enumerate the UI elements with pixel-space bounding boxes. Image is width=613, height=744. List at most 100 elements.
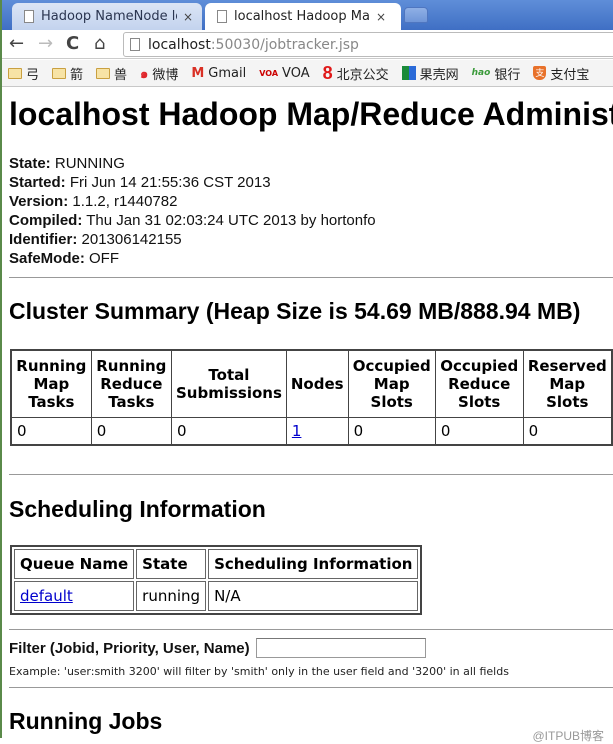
table-cell: 0 — [434, 416, 524, 446]
new-tab-button[interactable] — [404, 7, 428, 23]
tab-namenode[interactable]: Hadoop NameNode loca × — [12, 3, 202, 30]
reload-icon[interactable]: C — [66, 33, 79, 54]
back-icon[interactable]: ← — [9, 33, 24, 54]
bookmark-label: 银行 — [494, 67, 521, 83]
bookmarks-bar: 弓 箭 兽 ๑微博 M Gmail VOA VOA 8 北京公交 果壳网 hao 银行 … — [0, 60, 613, 87]
table-cell: default — [14, 581, 135, 611]
alipay-icon: 支 — [533, 66, 547, 80]
info-identifier: Identifier: 201306142155 — [9, 231, 182, 248]
table-cell: 0 — [522, 416, 613, 446]
column-header: Occupied Reduce Slots — [434, 349, 524, 418]
column-header: Running Map Tasks — [10, 349, 92, 418]
tab-jobtracker[interactable]: localhost Hadoop Map/R × — [205, 3, 401, 30]
bookmark-label: 弓 — [26, 67, 40, 83]
bookmark-beijing-bus[interactable]: 8 北京公交 — [323, 63, 389, 84]
table-cell: 0 — [347, 416, 436, 446]
cluster-summary-table: Running Map Tasks Running Reduce Tasks T… — [10, 349, 613, 446]
table-header-row: Running Map Tasks Running Reduce Tasks T… — [10, 349, 613, 418]
info-started: Started: Fri Jun 14 21:55:36 CST 2013 — [9, 174, 271, 191]
filter-row: Filter (Jobid, Priority, User, Name) — [9, 638, 426, 658]
filter-label: Filter (Jobid, Priority, User, Name) — [9, 639, 250, 657]
bookmark-label: 北京公交 — [336, 67, 389, 83]
bookmark-alipay[interactable]: 支支付宝 — [533, 64, 589, 83]
bookmark-bank[interactable]: hao 银行 — [472, 64, 521, 83]
tab-title: localhost Hadoop Map/R — [234, 9, 370, 24]
column-header: Total Submissions — [170, 349, 287, 418]
cluster-summary-heading: Cluster Summary (Heap Size is 54.69 MB/8… — [9, 298, 581, 324]
home-icon[interactable]: ⌂ — [94, 33, 105, 54]
bookmark-label: 兽 — [114, 67, 128, 83]
bookmark-folder-jian[interactable]: 箭 — [52, 64, 83, 83]
table-row: 0 0 0 1 0 0 0 — [10, 416, 613, 446]
bookmark-folder-shou[interactable]: 兽 — [96, 64, 127, 83]
page-content: localhost Hadoop Map/Reduce Administrati… — [0, 88, 613, 738]
table-cell: 0 — [170, 416, 287, 446]
table-cell: 1 — [285, 416, 349, 446]
info-state: State: RUNNING — [9, 155, 125, 172]
divider — [9, 474, 613, 475]
column-header: Reserved Map Slots — [522, 349, 613, 418]
voa-icon: VOA — [259, 68, 279, 78]
column-header: Nodes — [285, 349, 349, 418]
page-title: localhost Hadoop Map/Reduce Administrati… — [9, 96, 613, 132]
table-row: default running N/A — [14, 581, 419, 611]
bookmark-voa[interactable]: VOA VOA — [259, 66, 309, 81]
table-cell: running — [136, 581, 207, 611]
bookmark-folder-gong[interactable]: 弓 — [8, 64, 39, 83]
table-cell: 0 — [90, 416, 172, 446]
running-jobs-heading: Running Jobs — [9, 708, 163, 734]
hao-icon: hao — [471, 68, 491, 78]
bookmark-label: 支付宝 — [550, 67, 590, 83]
column-header: State — [136, 549, 207, 579]
info-compiled: Compiled: Thu Jan 31 02:03:24 UTC 2013 b… — [9, 212, 376, 229]
column-header: Scheduling Information — [208, 549, 419, 579]
close-icon[interactable]: × — [183, 10, 193, 24]
column-header: Running Reduce Tasks — [90, 349, 172, 418]
bookmark-label: 果壳网 — [419, 67, 459, 83]
bookmark-gmail[interactable]: M Gmail — [191, 66, 246, 81]
scheduling-heading: Scheduling Information — [9, 496, 266, 522]
folder-icon — [52, 67, 67, 79]
info-version: Version: 1.1.2, r1440782 — [9, 193, 178, 210]
folder-icon — [8, 67, 22, 79]
bookmark-guokr[interactable]: 果壳网 — [401, 64, 459, 83]
weibo-icon: ๑ — [140, 66, 149, 82]
jobtracker-info: State: RUNNING Started: Fri Jun 14 21:55… — [9, 154, 376, 268]
tab-title: Hadoop NameNode loca — [41, 9, 177, 24]
url-host: localhost — [148, 36, 211, 53]
divider — [9, 629, 613, 630]
page-icon — [24, 10, 34, 23]
window-edge — [0, 0, 2, 738]
gmail-icon: M — [191, 65, 205, 81]
page-icon — [130, 38, 140, 51]
address-bar[interactable]: localhost:50030/jobtracker.jsp — [123, 32, 613, 57]
bookmark-label: 箭 — [70, 67, 84, 83]
queue-default-link[interactable]: default — [20, 587, 73, 605]
divider — [9, 277, 613, 278]
watermark: @ITPUB博客 — [532, 729, 604, 743]
bus-8-icon: 8 — [322, 62, 333, 83]
info-safemode: SafeMode: OFF — [9, 250, 120, 267]
bookmark-label: 微博 — [152, 67, 179, 83]
table-header-row: Queue Name State Scheduling Information — [14, 549, 419, 579]
url-path: :50030/jobtracker.jsp — [210, 36, 359, 53]
nodes-link[interactable]: 1 — [292, 422, 302, 440]
bookmark-label: Gmail — [208, 65, 247, 81]
table-cell: N/A — [208, 581, 419, 611]
close-icon[interactable]: × — [376, 10, 386, 24]
guokr-icon — [401, 66, 416, 80]
tab-strip: Hadoop NameNode loca × localhost Hadoop … — [0, 0, 613, 30]
page-icon — [217, 10, 227, 23]
bookmark-weibo[interactable]: ๑微博 — [140, 63, 178, 84]
filter-input[interactable] — [255, 638, 426, 658]
column-header: Queue Name — [14, 549, 135, 579]
folder-icon — [96, 67, 111, 79]
column-header: Occupied Map Slots — [347, 349, 436, 418]
filter-example: Example: 'user:smith 3200' will filter b… — [9, 665, 509, 678]
toolbar: ← → C ⌂ localhost:50030/jobtracker.jsp — [0, 30, 613, 59]
bookmark-label: VOA — [282, 65, 310, 81]
scheduling-table: Queue Name State Scheduling Information … — [10, 545, 423, 615]
table-cell: 0 — [10, 416, 92, 446]
divider — [9, 687, 613, 688]
forward-icon[interactable]: → — [38, 33, 53, 54]
